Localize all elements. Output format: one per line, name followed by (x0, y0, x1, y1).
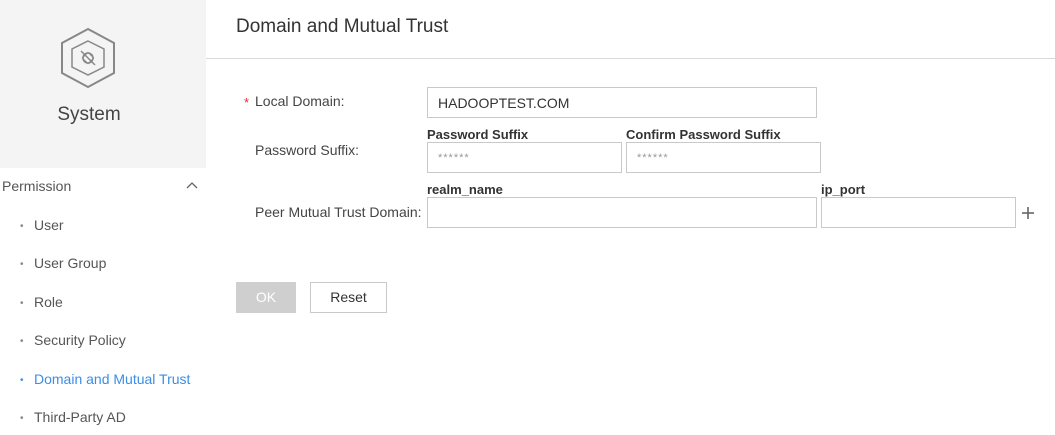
reset-button[interactable]: Reset (310, 282, 387, 313)
password-suffix-header: Password Suffix (427, 127, 529, 142)
sidebar-item-user-group[interactable]: • User Group (0, 254, 206, 276)
sidebar-item-third-party-ad[interactable]: • Third-Party AD (0, 408, 206, 430)
peer-mutual-trust-label: Peer Mutual Trust Domain: (255, 204, 422, 220)
sidebar-item-label: Role (34, 294, 63, 310)
bullet-icon: • (20, 221, 24, 232)
bullet-icon: • (20, 413, 24, 424)
sidebar-title: System (57, 104, 121, 125)
confirm-password-suffix-input[interactable] (626, 142, 821, 173)
realm-name-input[interactable] (427, 197, 817, 228)
sidebar-item-domain-mutual-trust[interactable]: • Domain and Mutual Trust (0, 370, 206, 392)
main-panel: Domain and Mutual Trust * Local Domain: … (206, 0, 1055, 435)
sidebar-item-label: Domain and Mutual Trust (34, 371, 191, 387)
local-domain-input[interactable] (427, 87, 817, 118)
sidebar-section-label: Permission (2, 178, 72, 194)
password-suffix-label: Password Suffix: (255, 142, 360, 158)
chevron-up-icon[interactable] (186, 181, 198, 189)
system-cube-icon (61, 27, 115, 89)
sidebar-section-permission[interactable]: Permission (0, 177, 206, 197)
sidebar-item-label: User Group (34, 255, 107, 271)
bullet-icon: • (20, 336, 24, 347)
bullet-icon: • (20, 298, 24, 309)
add-row-plus-icon[interactable] (1021, 206, 1035, 220)
page-title: Domain and Mutual Trust (236, 16, 449, 37)
sidebar-item-role[interactable]: • Role (0, 293, 206, 315)
required-marker: * (244, 95, 250, 110)
ip-port-header: ip_port (821, 182, 866, 197)
sidebar-item-label: Third-Party AD (34, 409, 126, 425)
sidebar-item-label: User (34, 217, 64, 233)
password-suffix-input[interactable] (427, 142, 622, 173)
sidebar-item-security-policy[interactable]: • Security Policy (0, 331, 206, 353)
confirm-password-suffix-header: Confirm Password Suffix (626, 127, 781, 142)
sidebar: System Permission • User • User Group • … (0, 0, 206, 435)
bullet-icon: • (20, 259, 24, 270)
bullet-icon: • (20, 375, 24, 386)
sidebar-item-user[interactable]: • User (0, 216, 206, 238)
sidebar-header: System (0, 0, 206, 168)
local-domain-label: Local Domain: (255, 93, 345, 109)
title-divider (206, 58, 1055, 59)
ok-button[interactable]: OK (236, 282, 296, 313)
sidebar-item-label: Security Policy (34, 332, 126, 348)
ip-port-input[interactable] (821, 197, 1016, 228)
realm-name-header: realm_name (427, 182, 503, 197)
